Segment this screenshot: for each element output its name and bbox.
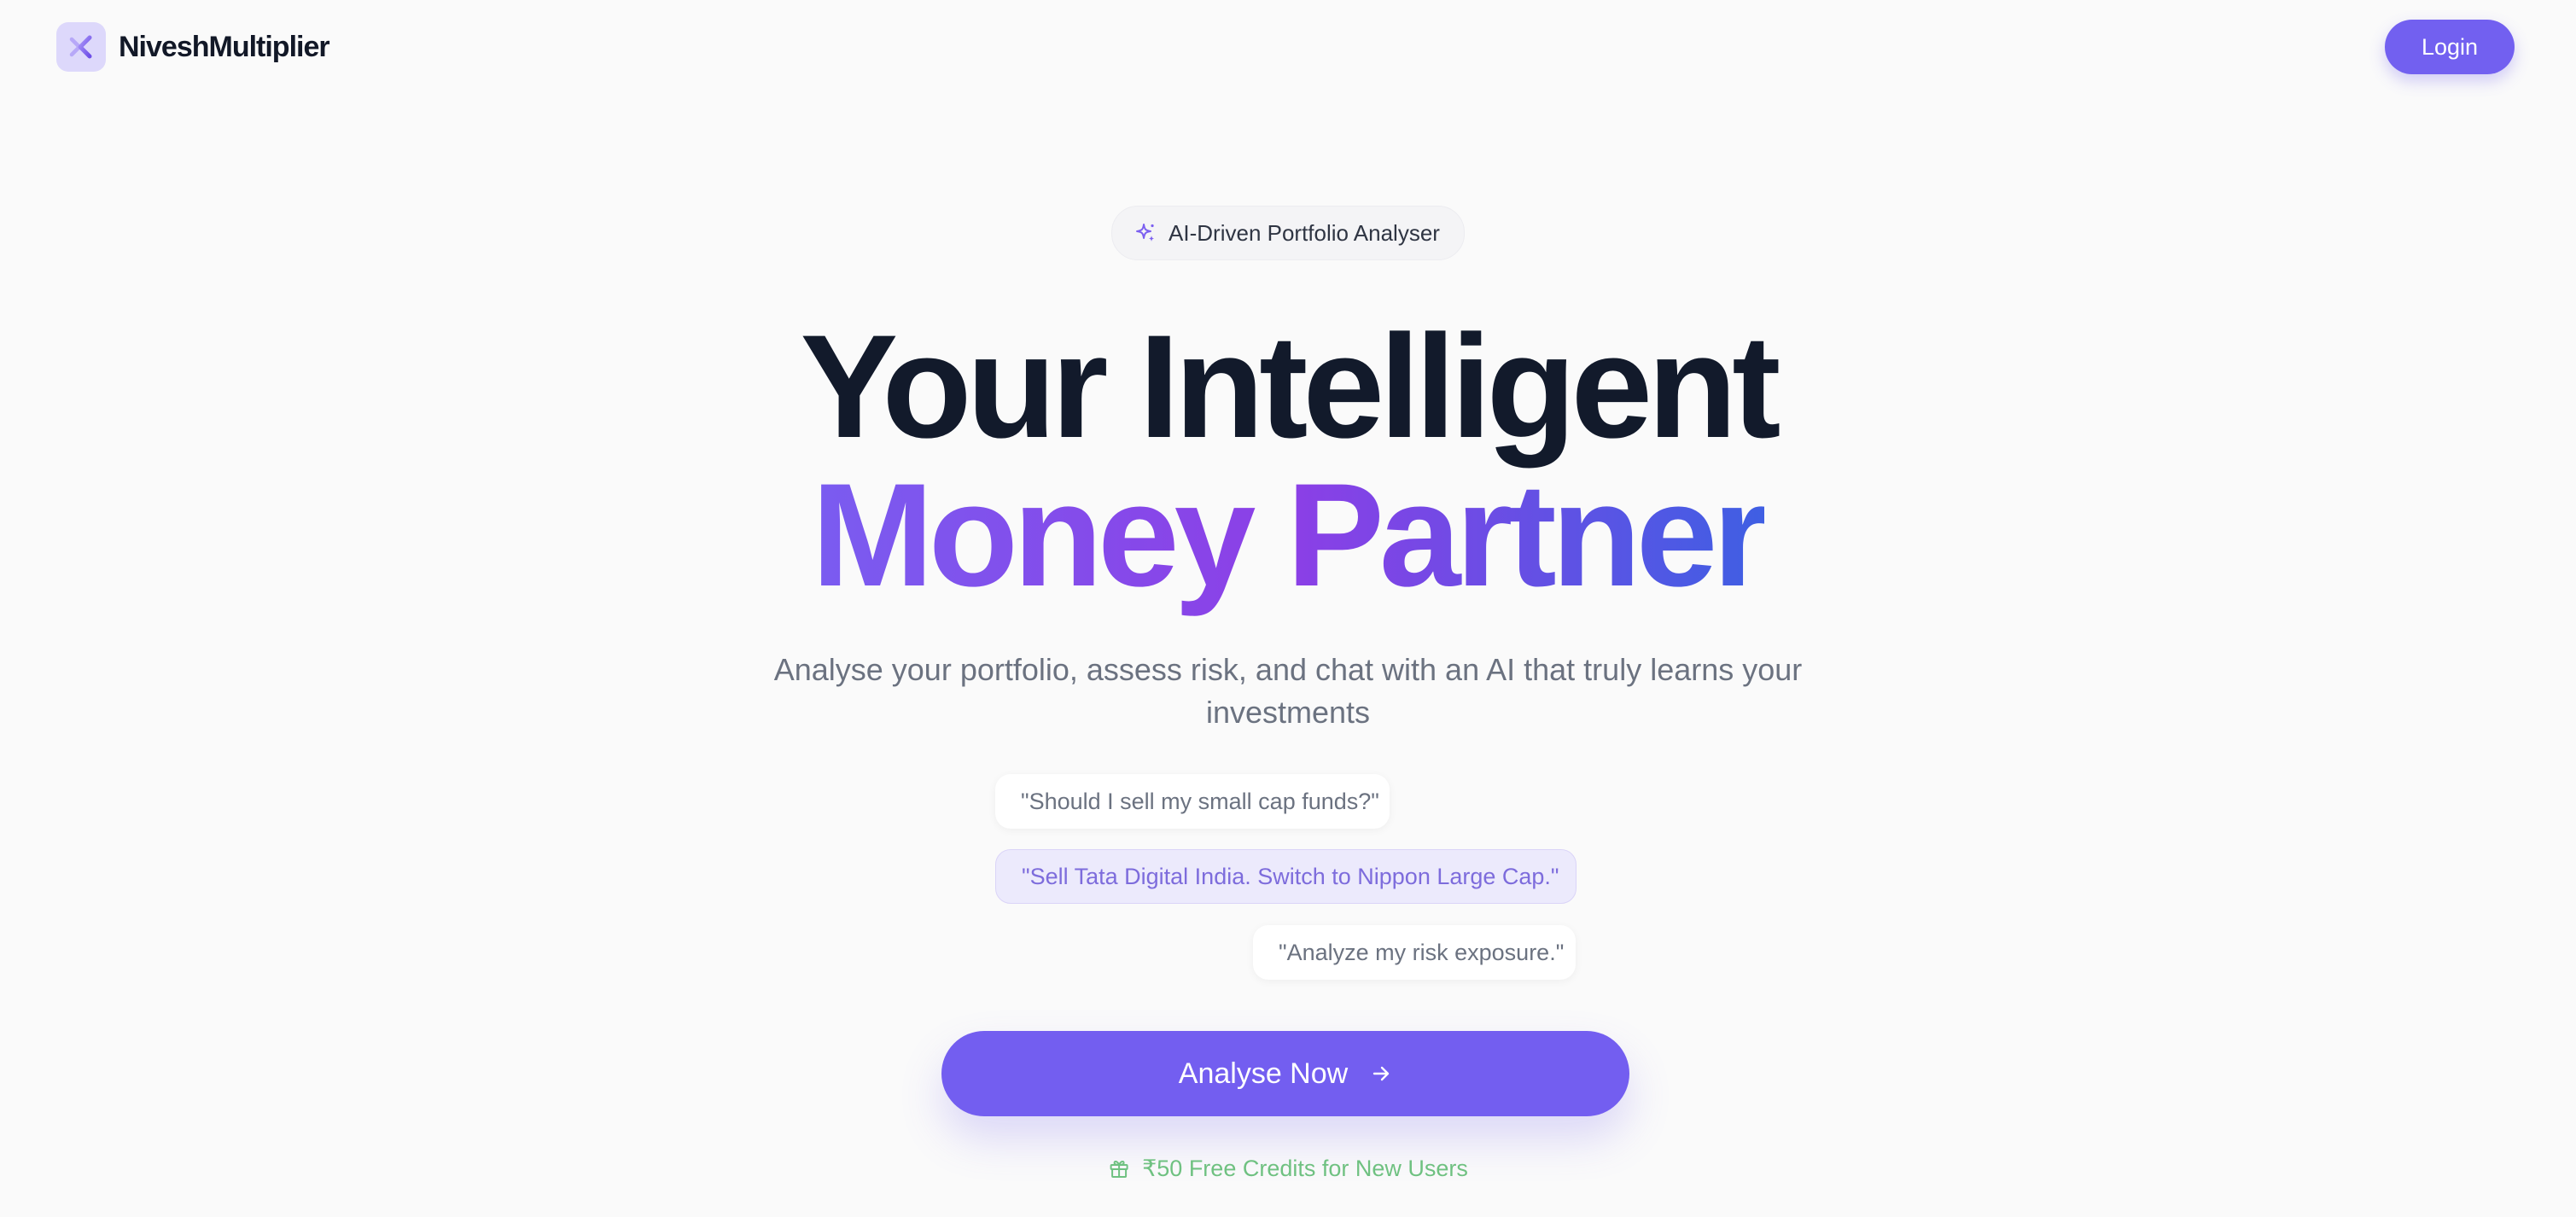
- chat-bubble-user: "Should I sell my small cap funds?": [995, 774, 1390, 829]
- gift-icon: [1108, 1157, 1130, 1179]
- free-credits-text: ₹50 Free Credits for New Users: [1142, 1155, 1468, 1181]
- free-credits-note: ₹50 Free Credits for New Users: [1108, 1154, 1468, 1183]
- hero-headline-gradient-text: Money Partner: [812, 454, 1770, 623]
- arrow-right-icon: [1370, 1063, 1392, 1085]
- badge-label: AI-Driven Portfolio Analyser: [1169, 219, 1440, 246]
- cta-label: Analyse Now: [1178, 1057, 1349, 1090]
- sparkle-icon: [1134, 222, 1157, 244]
- brand-name: NiveshMultiplier: [119, 30, 330, 63]
- hero-headline-line2: Money Partner: [0, 454, 2576, 623]
- login-button[interactable]: Login: [2385, 20, 2515, 74]
- hero-headline-line1: Your Intelligent: [800, 305, 1780, 469]
- chat-bubble-ai: "Sell Tata Digital India. Switch to Nipp…: [995, 849, 1576, 904]
- chat-bubble-user: "Analyze my risk exposure.": [1253, 925, 1576, 980]
- hero-subtitle: Analyse your portfolio, assess risk, and…: [773, 652, 1803, 730]
- x-multiplier-logo-icon: [56, 22, 106, 72]
- analyse-now-button[interactable]: Analyse Now: [941, 1031, 1629, 1116]
- brand-logo[interactable]: NiveshMultiplier: [56, 22, 330, 72]
- feature-badge: AI-Driven Portfolio Analyser: [1111, 206, 1465, 260]
